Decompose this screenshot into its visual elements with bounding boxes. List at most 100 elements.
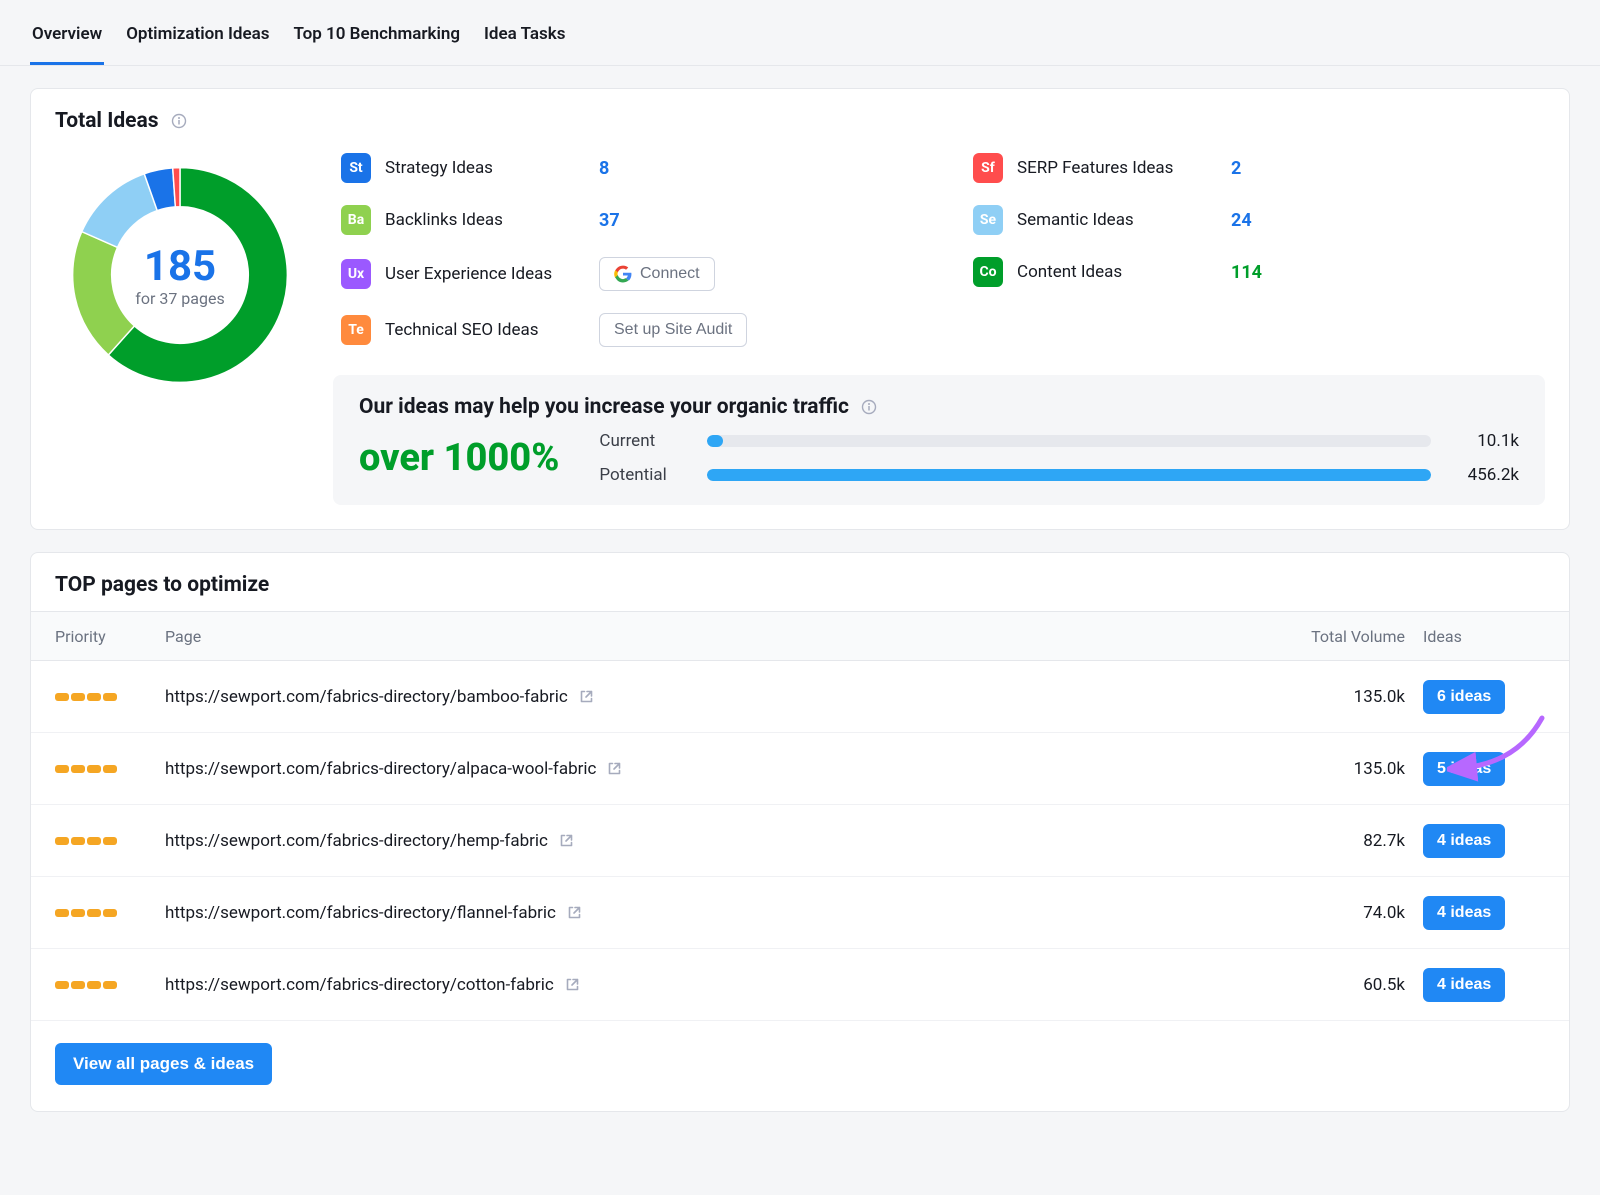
page-url[interactable]: https://sewport.com/fabrics-directory/he… [165, 831, 1265, 851]
row-serp: Sf SERP Features Ideas 2 [973, 153, 1545, 183]
table-row: https://sewport.com/fabrics-directory/he… [31, 805, 1569, 877]
th-ideas[interactable]: Ideas [1405, 627, 1545, 646]
volume-value: 135.0k [1265, 687, 1405, 707]
table-header-row: Priority Page Total Volume Ideas [31, 612, 1569, 660]
bar-potential-fill [707, 469, 1431, 481]
top-pages-card: TOP pages to optimize Priority Page Tota… [30, 552, 1570, 1112]
label-strategy: Strategy Ideas [385, 158, 585, 178]
row-ux: Ux User Experience Ideas Connect [341, 257, 913, 291]
bar-potential: Potential 456.2k [599, 465, 1519, 485]
connect-label: Connect [640, 265, 700, 283]
ideas-col-right: Sf SERP Features Ideas 2 Se Semantic Ide… [973, 153, 1545, 347]
page-url-text: https://sewport.com/fabrics-directory/co… [165, 975, 554, 995]
label-semantic: Semantic Ideas [1017, 210, 1217, 230]
traffic-title: Our ideas may help you increase your org… [359, 395, 849, 419]
bar-current-track [707, 435, 1431, 447]
connect-button[interactable]: Connect [599, 257, 715, 291]
label-technical: Technical SEO Ideas [385, 320, 585, 340]
info-icon [861, 399, 877, 415]
row-semantic: Se Semantic Ideas 24 [973, 205, 1545, 235]
priority-pill [55, 837, 165, 845]
ideas-col-left: St Strategy Ideas 8 Ba Backlinks Ideas 3… [341, 153, 913, 347]
bar-potential-value: 456.2k [1449, 465, 1519, 485]
external-link-icon [566, 905, 582, 921]
ideas-subtext: for 37 pages [135, 289, 224, 308]
google-icon [614, 265, 632, 283]
volume-value: 60.5k [1265, 975, 1405, 995]
value-content[interactable]: 114 [1231, 262, 1267, 283]
page-url-text: https://sewport.com/fabrics-directory/he… [165, 831, 548, 851]
page-url-text: https://sewport.com/fabrics-directory/ba… [165, 687, 568, 707]
ideas-button[interactable]: 5 ideas [1423, 752, 1505, 786]
setup-site-audit-button[interactable]: Set up Site Audit [599, 313, 747, 347]
row-backlinks: Ba Backlinks Ideas 37 [341, 205, 913, 235]
badge-backlinks: Ba [341, 205, 371, 235]
bar-potential-track [707, 469, 1431, 481]
tab-idea-tasks[interactable]: Idea Tasks [482, 18, 567, 65]
tab-overview[interactable]: Overview [30, 18, 104, 65]
priority-pill [55, 981, 165, 989]
value-backlinks[interactable]: 37 [599, 210, 635, 231]
total-ideas-card: Total Ideas 185 for 37 pages [30, 88, 1570, 530]
label-ux: User Experience Ideas [385, 264, 585, 284]
page-url-text: https://sewport.com/fabrics-directory/fl… [165, 903, 556, 923]
traffic-panel: Our ideas may help you increase your org… [333, 375, 1545, 505]
label-serp: SERP Features Ideas [1017, 158, 1217, 178]
badge-strategy: St [341, 153, 371, 183]
th-priority[interactable]: Priority [55, 627, 165, 646]
row-technical: Te Technical SEO Ideas Set up Site Audit [341, 313, 913, 347]
value-serp[interactable]: 2 [1231, 158, 1267, 179]
tab-optimization-ideas[interactable]: Optimization Ideas [124, 18, 271, 65]
total-ideas-title: Total Ideas [55, 109, 159, 133]
badge-content: Co [973, 257, 1003, 287]
ideas-button[interactable]: 4 ideas [1423, 896, 1505, 930]
tabs: Overview Optimization Ideas Top 10 Bench… [0, 0, 1600, 66]
table-body: https://sewport.com/fabrics-directory/ba… [31, 661, 1569, 1021]
badge-technical: Te [341, 315, 371, 345]
table-row: https://sewport.com/fabrics-directory/ba… [31, 661, 1569, 733]
bar-current-label: Current [599, 431, 689, 451]
traffic-percent: over 1000% [359, 436, 559, 480]
page-url[interactable]: https://sewport.com/fabrics-directory/fl… [165, 903, 1265, 923]
row-strategy: St Strategy Ideas 8 [341, 153, 913, 183]
page-url[interactable]: https://sewport.com/fabrics-directory/al… [165, 759, 1265, 779]
view-all-button[interactable]: View all pages & ideas [55, 1043, 272, 1085]
badge-semantic: Se [973, 205, 1003, 235]
table-row: https://sewport.com/fabrics-directory/al… [31, 733, 1569, 805]
ideas-button[interactable]: 6 ideas [1423, 680, 1505, 714]
top-pages-title: TOP pages to optimize [55, 573, 269, 597]
row-content: Co Content Ideas 114 [973, 257, 1545, 287]
badge-ux: Ux [341, 259, 371, 289]
external-link-icon [606, 761, 622, 777]
volume-value: 82.7k [1265, 831, 1405, 851]
value-semantic[interactable]: 24 [1231, 210, 1267, 231]
bar-current-value: 10.1k [1449, 431, 1519, 451]
th-volume[interactable]: Total Volume [1265, 627, 1405, 646]
table-row: https://sewport.com/fabrics-directory/co… [31, 949, 1569, 1021]
tab-top10-benchmarking[interactable]: Top 10 Benchmarking [291, 18, 462, 65]
priority-pill [55, 765, 165, 773]
ideas-button[interactable]: 4 ideas [1423, 968, 1505, 1002]
page-url[interactable]: https://sewport.com/fabrics-directory/co… [165, 975, 1265, 995]
bar-current-fill [707, 435, 723, 447]
priority-pill [55, 693, 165, 701]
info-icon [171, 113, 187, 129]
label-content: Content Ideas [1017, 262, 1217, 282]
label-backlinks: Backlinks Ideas [385, 210, 585, 230]
bar-current: Current 10.1k [599, 431, 1519, 451]
ideas-button[interactable]: 4 ideas [1423, 824, 1505, 858]
ideas-donut-chart: 185 for 37 pages [58, 153, 302, 397]
priority-pill [55, 909, 165, 917]
table-row: https://sewport.com/fabrics-directory/fl… [31, 877, 1569, 949]
bar-potential-label: Potential [599, 465, 689, 485]
ideas-count: 185 [144, 242, 216, 291]
external-link-icon [564, 977, 580, 993]
th-page[interactable]: Page [165, 627, 1265, 646]
badge-serp: Sf [973, 153, 1003, 183]
volume-value: 135.0k [1265, 759, 1405, 779]
page-url-text: https://sewport.com/fabrics-directory/al… [165, 759, 596, 779]
external-link-icon [558, 833, 574, 849]
volume-value: 74.0k [1265, 903, 1405, 923]
value-strategy[interactable]: 8 [599, 158, 635, 179]
page-url[interactable]: https://sewport.com/fabrics-directory/ba… [165, 687, 1265, 707]
